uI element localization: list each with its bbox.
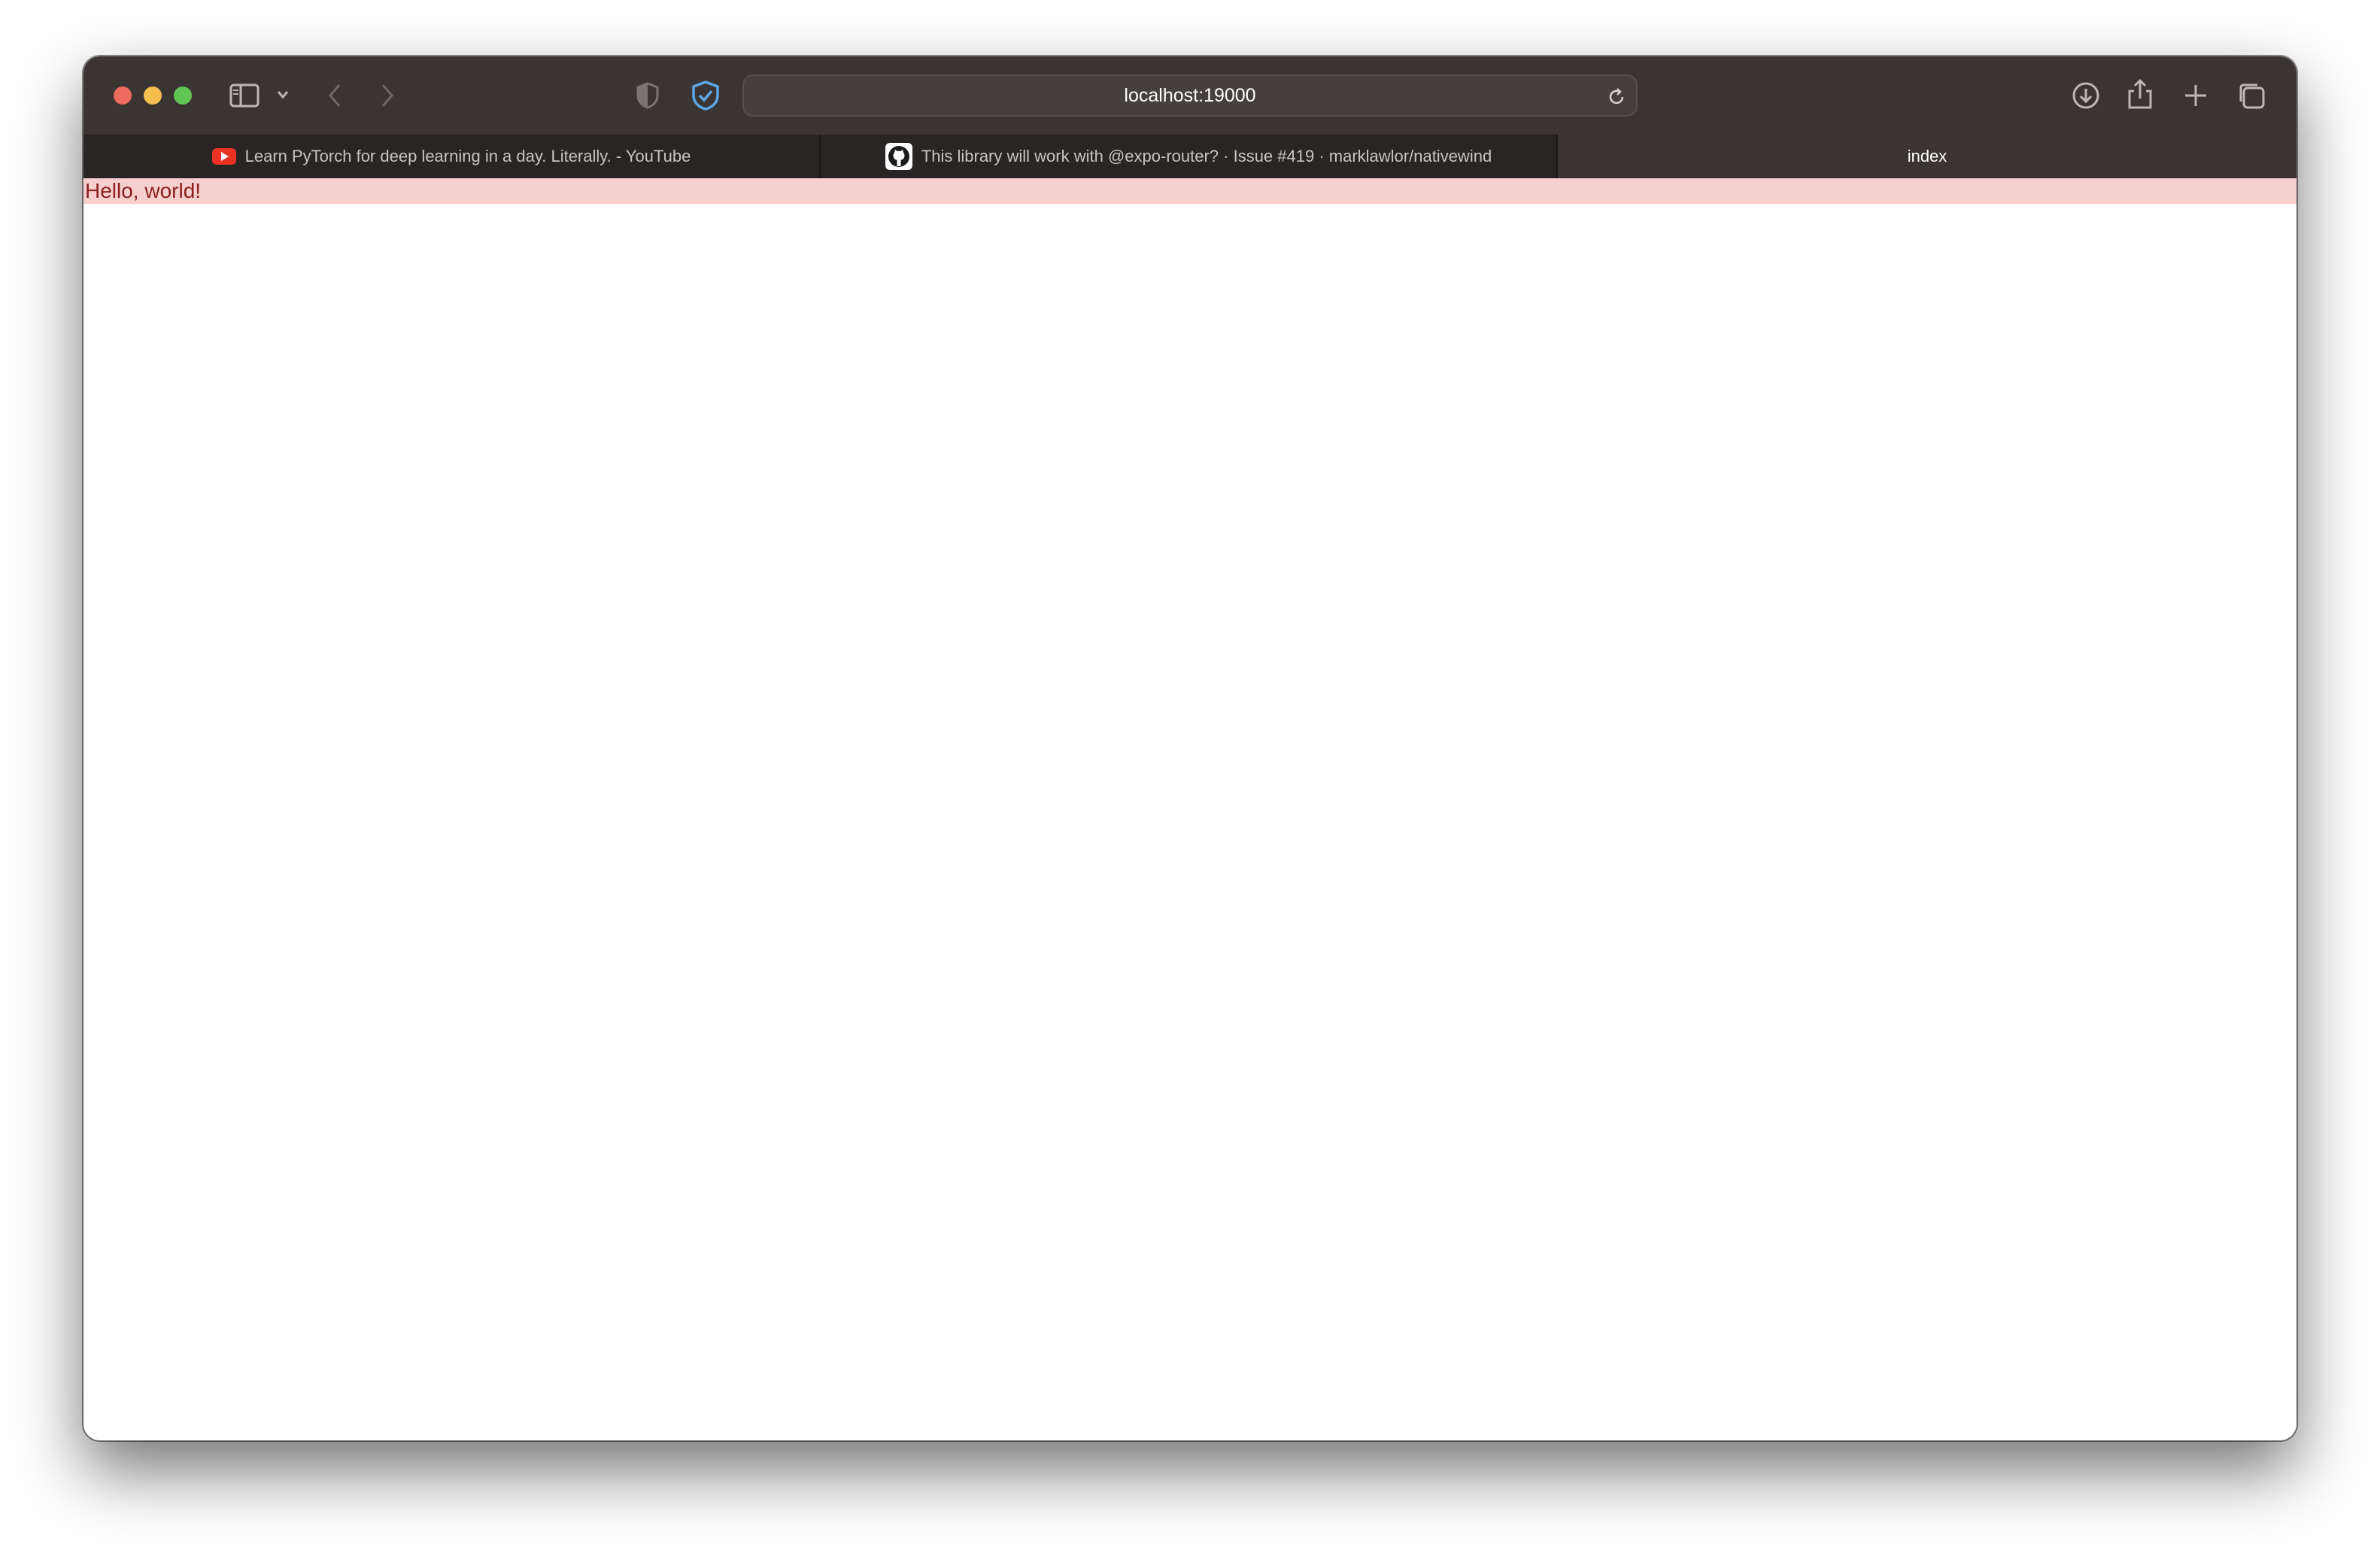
- tab-index-active[interactable]: index: [1558, 135, 2297, 178]
- tab-overview-icon[interactable]: [2236, 80, 2266, 111]
- page-content: Hello, world!: [83, 178, 2297, 1440]
- sidebar-icon[interactable]: [229, 83, 260, 108]
- address-bar[interactable]: localhost:19000: [742, 74, 1638, 117]
- github-icon: [885, 143, 912, 170]
- reload-icon[interactable]: [1604, 85, 1629, 109]
- back-arrow-icon[interactable]: [326, 82, 344, 109]
- security-shield-check-icon[interactable]: [691, 80, 720, 111]
- forward-arrow-icon[interactable]: [378, 82, 396, 109]
- chevron-down-icon[interactable]: [276, 90, 290, 100]
- tab-youtube[interactable]: Learn PyTorch for deep learning in a day…: [83, 135, 821, 178]
- browser-toolbar: localhost:19000: [83, 56, 2297, 135]
- tab-bar: Learn PyTorch for deep learning in a day…: [83, 135, 2297, 178]
- download-icon[interactable]: [2071, 80, 2101, 111]
- tab-label: Learn PyTorch for deep learning in a day…: [244, 147, 691, 165]
- address-url: localhost:19000: [1124, 84, 1256, 106]
- share-icon[interactable]: [2127, 77, 2154, 111]
- youtube-icon: [211, 148, 236, 165]
- privacy-shield-icon[interactable]: [636, 82, 660, 109]
- minimize-window-button[interactable]: [144, 87, 162, 105]
- new-tab-plus-icon[interactable]: [2182, 82, 2209, 109]
- close-window-button[interactable]: [114, 87, 132, 105]
- hello-world-text: Hello, world!: [83, 178, 2297, 204]
- tab-label: This library will work with @expo-router…: [921, 147, 1492, 165]
- tab-label: index: [1907, 147, 1947, 165]
- browser-window: localhost:19000 Learn PyTorch for deep l…: [83, 56, 2297, 1440]
- tab-github-issue[interactable]: This library will work with @expo-router…: [821, 135, 1558, 178]
- maximize-window-button[interactable]: [174, 87, 192, 105]
